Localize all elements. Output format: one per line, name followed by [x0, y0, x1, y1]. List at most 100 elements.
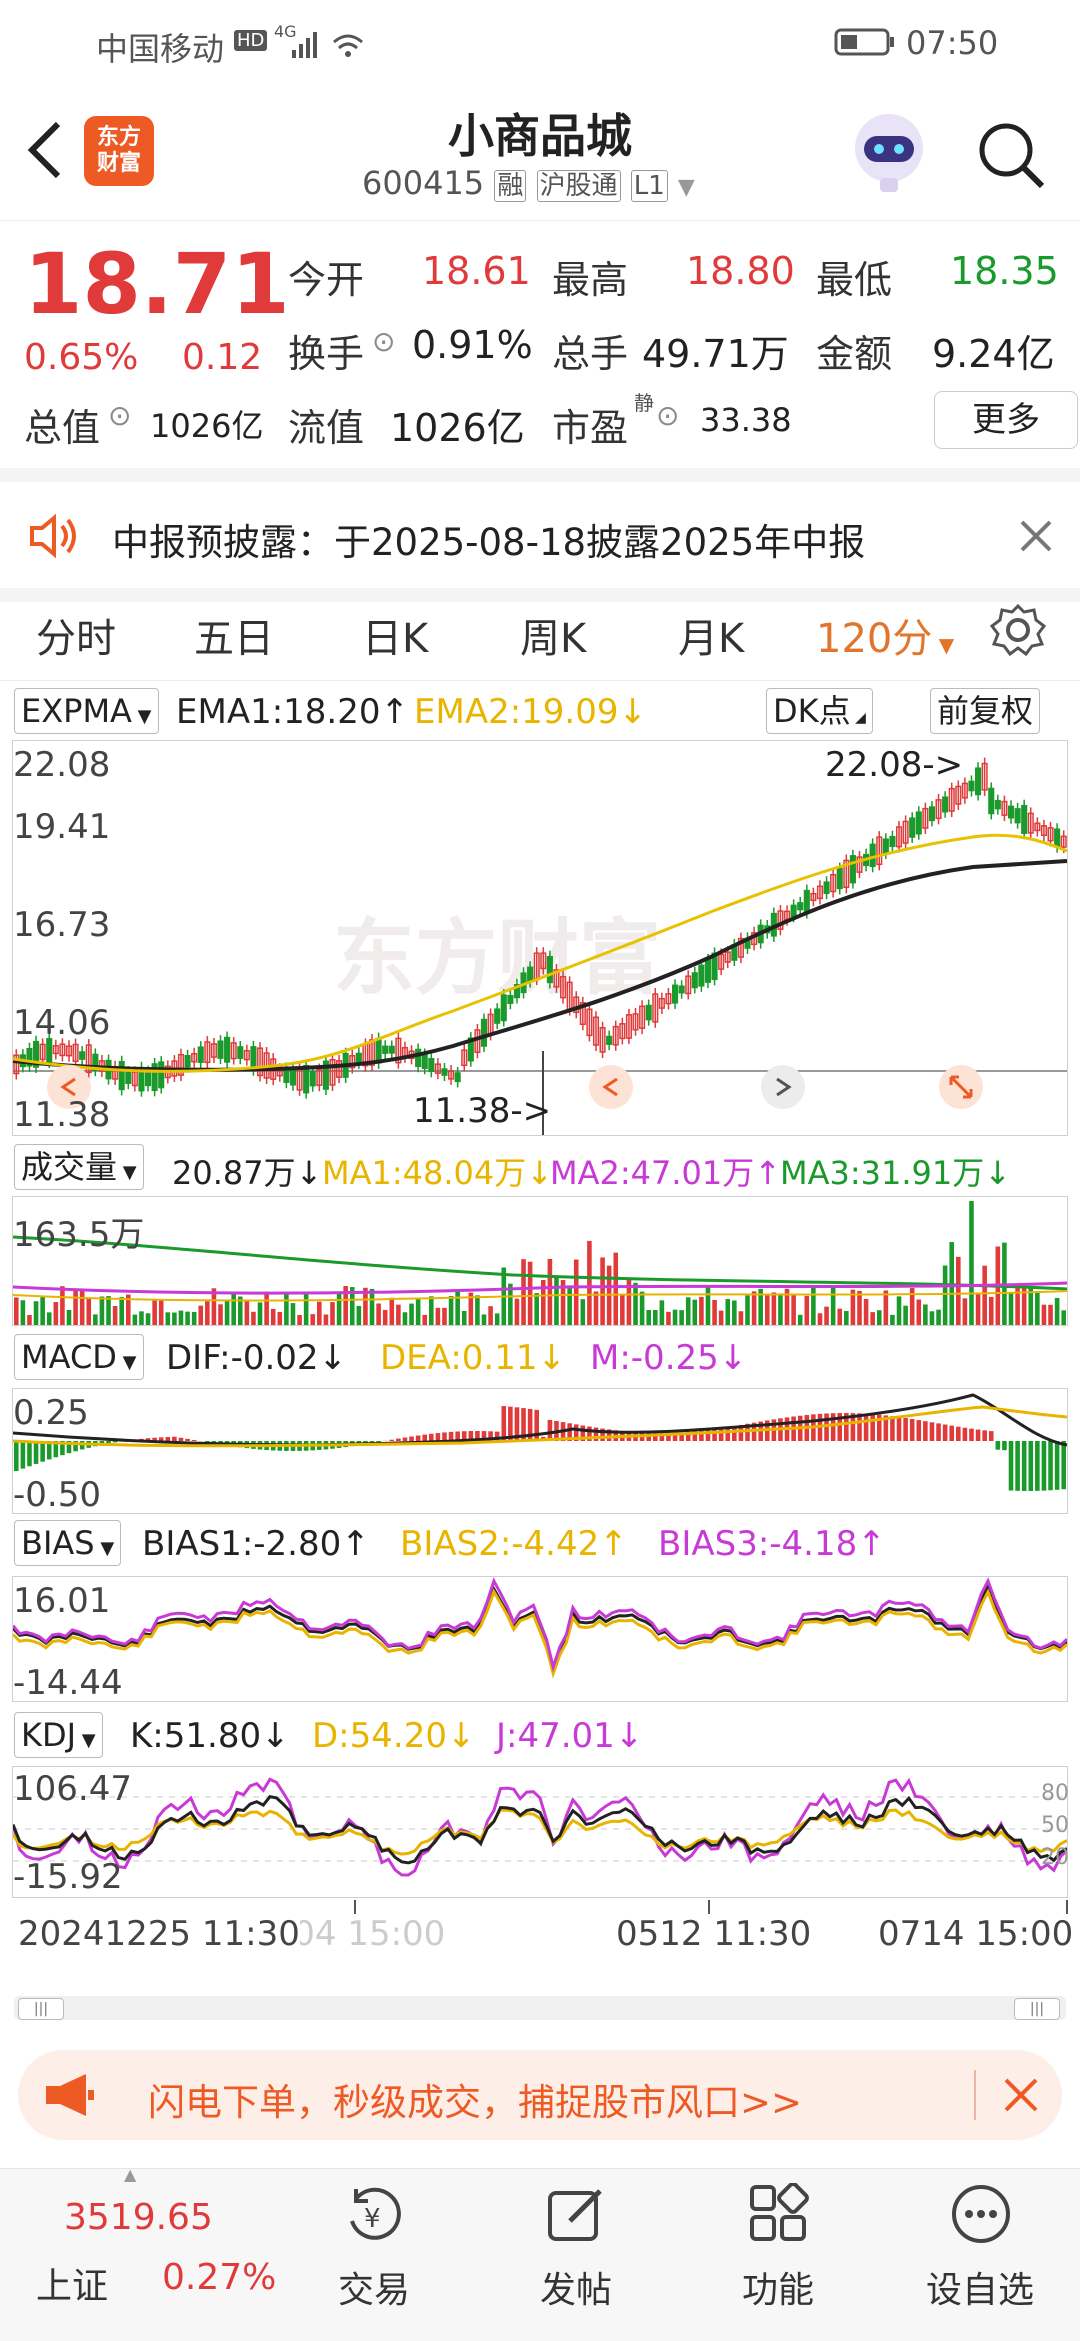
volume-indicator-row: 成交量 ▼ 20.87万↓ MA1:48.04万↓ MA2:47.01万↑ MA…: [0, 1144, 1080, 1196]
tab-weekly-k[interactable]: 周K: [520, 606, 586, 664]
kdj-axis-bottom: -15.92: [13, 1857, 123, 1897]
promo-close-icon[interactable]: [1002, 2076, 1042, 2116]
tab-trade[interactable]: 交易: [304, 2261, 444, 2313]
tab-monthly-k[interactable]: 月K: [678, 606, 744, 664]
macd-bar: [416, 1436, 421, 1441]
candle-body: [851, 856, 856, 883]
scroll-right-button: [761, 1065, 805, 1109]
gear-icon[interactable]: [990, 602, 1046, 658]
tab-intraday[interactable]: 分时: [36, 606, 116, 664]
macd-bar: [949, 1426, 954, 1441]
volume-bar: [581, 1299, 586, 1325]
volume-bar: [409, 1304, 414, 1325]
candle-body: [943, 797, 948, 812]
index-name[interactable]: 上证: [36, 2257, 108, 2309]
kdj-d: D:54.20↓: [312, 1716, 475, 1756]
kdj-indicator-select[interactable]: KDJ ▼: [14, 1712, 103, 1758]
chart-range-scrollbar[interactable]: ||| |||: [14, 1996, 1066, 2020]
tab-daily-k[interactable]: 日K: [362, 606, 428, 664]
functions-grid-icon[interactable]: [748, 2183, 810, 2245]
candle-body: [455, 1073, 460, 1081]
volume-bar: [765, 1295, 770, 1325]
level-badge[interactable]: L1: [631, 170, 668, 202]
level-dropdown-icon[interactable]: ▼: [678, 175, 695, 200]
index-expand-icon[interactable]: ▲: [124, 2165, 136, 2184]
range-left-handle[interactable]: |||: [18, 1998, 64, 2020]
more-button[interactable]: 更多: [934, 391, 1078, 449]
promo-banner[interactable]: 闪电下单，秒级成交，捕捉股市风口>>: [18, 2050, 1062, 2140]
notice-bar[interactable]: 中报预披露：于2025-08-18披露2025年中报: [0, 468, 1080, 602]
volume-bar: [370, 1289, 375, 1325]
volume-bar: [831, 1287, 836, 1325]
candle-body: [996, 801, 1001, 809]
index-change[interactable]: 0.27%: [162, 2257, 276, 2298]
adjust-mode-button[interactable]: 前复权: [930, 688, 1040, 734]
kdj-axis-top: 106.47: [13, 1769, 132, 1809]
volume-bar: [152, 1300, 157, 1325]
macd-bar: [185, 1439, 190, 1441]
kdj-chart[interactable]: 106.47 -15.92 80 50 20: [12, 1766, 1068, 1898]
close-icon[interactable]: [1016, 516, 1056, 556]
volume-chart[interactable]: 163.5万: [12, 1196, 1068, 1326]
volume-bar: [297, 1315, 302, 1325]
volume-bar: [1035, 1292, 1040, 1325]
volume-bar: [278, 1312, 283, 1325]
price-axis-4: 14.06: [13, 1003, 110, 1043]
search-icon[interactable]: [974, 118, 1050, 194]
high-value: 18.80: [686, 249, 795, 293]
volume-bar: [567, 1285, 572, 1325]
index-value[interactable]: 3519.65: [64, 2197, 213, 2238]
bias-chart[interactable]: 16.01 -14.44: [12, 1576, 1068, 1702]
more-dots-icon[interactable]: [950, 2183, 1012, 2245]
macd-indicator-select[interactable]: MACD ▼: [14, 1334, 144, 1380]
volume-indicator-select[interactable]: 成交量 ▼: [14, 1144, 144, 1190]
macd-bar: [956, 1427, 961, 1441]
trade-yen-icon[interactable]: ¥: [342, 2183, 406, 2247]
candle-body: [389, 1046, 394, 1052]
tab-functions[interactable]: 功能: [708, 2261, 848, 2313]
tab-120min[interactable]: 120分 ▼: [816, 606, 954, 664]
price-axis-top: 22.08: [13, 745, 110, 785]
volume-bar: [462, 1311, 467, 1325]
tab-add-watchlist[interactable]: 设自选: [910, 2261, 1050, 2313]
volume-bar: [27, 1315, 32, 1325]
quote-panel: 18.71 0.65% 0.12 今开 18.61 最高 18.80 最低 18…: [0, 220, 1080, 469]
macd-chart[interactable]: 0.25 -0.50: [12, 1388, 1068, 1514]
mktcap-info-icon[interactable]: ⊙: [108, 399, 131, 432]
amount-value: 9.24亿: [932, 323, 1055, 378]
turnover-info-icon[interactable]: ⊙: [372, 325, 395, 358]
volume-value: 49.71万: [642, 323, 789, 378]
bias-indicator-row: BIAS ▼ BIAS1:-2.80↑ BIAS2:-4.42↑ BIAS3:-…: [0, 1520, 1080, 1572]
tab-five-day[interactable]: 五日: [194, 606, 274, 664]
volume-value: 20.87万↓: [172, 1148, 322, 1194]
volume-bar: [40, 1296, 45, 1325]
candle-body: [146, 1072, 151, 1086]
candle-body: [528, 967, 533, 981]
volume-bar: [475, 1295, 480, 1325]
volume-bar: [86, 1298, 91, 1325]
macd-axis-bottom: -0.50: [13, 1475, 101, 1515]
range-right-handle[interactable]: |||: [1014, 1998, 1060, 2020]
candle-body: [291, 1070, 296, 1085]
robot-assistant-icon[interactable]: [846, 108, 932, 194]
tab-post[interactable]: 发帖: [506, 2261, 646, 2313]
candle-body: [238, 1047, 243, 1058]
bias-indicator-select[interactable]: BIAS ▼: [14, 1520, 121, 1566]
volume-bar: [291, 1303, 296, 1325]
megaphone-icon: [42, 2072, 96, 2118]
time-axis: 0304 15:00 20241225 11:30 0512 11:30 071…: [0, 1900, 1080, 1964]
macd-bar: [34, 1441, 39, 1464]
candle-body: [930, 807, 935, 820]
candle-body: [916, 812, 921, 834]
volume-bar: [982, 1266, 987, 1325]
kline-chart[interactable]: 东方财富 22.08 19.41 16.73 14.06 11.38 22.08…: [12, 740, 1068, 1136]
volume-bar: [1009, 1293, 1014, 1325]
dk-point-button[interactable]: DK点 ◢: [766, 688, 873, 734]
kline-indicator-select[interactable]: EXPMA ▼: [14, 688, 159, 734]
pe-info-icon[interactable]: ⊙: [656, 399, 679, 432]
post-edit-icon[interactable]: [546, 2183, 608, 2245]
volume-bar: [963, 1298, 968, 1325]
kdj-level-50: 50: [1041, 1813, 1069, 1838]
macd-bar: [376, 1441, 381, 1442]
macd-bar: [857, 1413, 862, 1441]
